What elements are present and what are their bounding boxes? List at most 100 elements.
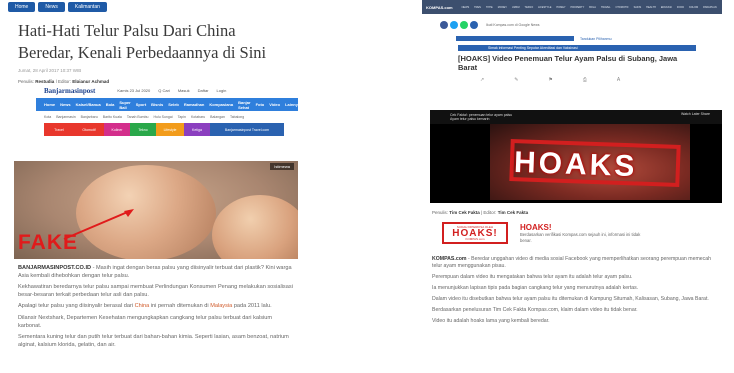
promo-left: Simak informasi Penting Seputar Akredita… (488, 46, 578, 50)
egg-image (212, 195, 298, 259)
embed-subnav-item[interactable]: Barito Kuala (103, 115, 122, 119)
site-nav-item[interactable]: MONEY (498, 6, 507, 9)
stamp-bottom-text: KOMPAS.com (465, 237, 485, 241)
paragraph: Sementara kuning telur dan putih telur t… (18, 334, 289, 348)
embed-category-tab[interactable]: Travel (44, 123, 74, 136)
print-icon[interactable]: ⎙ (583, 77, 587, 83)
site-nav-item[interactable]: NEWS (462, 6, 470, 9)
share-icon[interactable]: ↗ (480, 77, 484, 83)
embed-subnav-item[interactable]: Banjarmasin (56, 115, 75, 119)
article-photo: FAKE Istimewa (14, 161, 298, 259)
verdict-text: HOAKS! Berdasarkan verifikasi Kompas.com… (520, 223, 650, 243)
site-nav-item[interactable]: PARAPUAN (703, 6, 717, 9)
embed-subnav-item[interactable]: Banjarbaru (81, 115, 98, 119)
promo-strip[interactable]: Simak informasi Penting Seputar Akredita… (458, 45, 696, 51)
comment-icon[interactable]: ✎ (514, 77, 518, 83)
embed-subnav-item[interactable]: Hulu Sungai (153, 115, 172, 119)
embed-nav-item[interactable]: Foto (256, 102, 265, 107)
embed-nav-item[interactable]: Super Ball (119, 100, 130, 110)
link-icon[interactable] (470, 20, 478, 29)
facebook-icon[interactable] (440, 20, 448, 29)
embed-category-tab[interactable]: Otomotif (74, 123, 104, 136)
site-nav-item[interactable]: BOLA (589, 6, 596, 9)
share-text[interactable]: Ikuti Kompas.com di Google News (486, 23, 540, 27)
bookmark-icon[interactable]: ⚑ (548, 77, 552, 83)
site-nav-item[interactable]: HEALTH (646, 6, 656, 9)
embed-category-tab[interactable]: Lifestyle (156, 123, 184, 136)
site-nav-item[interactable]: EDUKASI (661, 6, 672, 9)
site-nav-item[interactable]: TEKNO (525, 6, 534, 9)
breadcrumb-home[interactable]: Home (8, 2, 36, 12)
site-nav-item[interactable]: HOMEY (556, 6, 565, 9)
site-nav-item[interactable]: PROPERTY (571, 6, 585, 9)
right-article: KOMPAS.com NEWS TREN HYPE MONEY UMKM TEKNO LIF… (422, 0, 722, 373)
embed-nav-item[interactable]: Seleb (168, 102, 179, 107)
embed-nav-item[interactable]: News (60, 102, 70, 107)
embed-subnav-item[interactable]: Tanah Bumbu (127, 115, 149, 119)
whatsapp-icon[interactable] (460, 20, 468, 29)
embed-nav-item[interactable]: Video (269, 102, 280, 107)
embed-category-tab[interactable]: Kuliner (104, 123, 130, 136)
verdict-description: Berdasarkan verifikasi Kompas.com sejauh… (520, 232, 641, 243)
site-nav-item[interactable]: LIFESTYLE (538, 6, 551, 9)
embed-nav-item[interactable]: Ramadhan (184, 102, 204, 107)
editor-label: | Editor: (480, 210, 497, 215)
promo-right[interactable]: Tandukan Pilihanmu (580, 37, 612, 41)
author-label: Penulis: (18, 79, 35, 84)
video-title-bar: Cek Fakta!: penemuan telur ayam palsu Ay… (430, 110, 722, 124)
embed-nav-item[interactable]: Lainnya (285, 102, 300, 107)
embed-nav-item[interactable]: Kompasiana (209, 102, 233, 107)
tag-link-malaysia[interactable]: Malaysia (210, 303, 232, 309)
site-top-nav: KOMPAS.com NEWS TREN HYPE MONEY UMKM TEKNO LIF… (422, 0, 722, 14)
embed-nav-item[interactable]: Kalsel/Banua (76, 102, 101, 107)
embed-nav-item[interactable]: Banjar Sehat (238, 100, 250, 110)
paragraph-text: Apalagi telur palsu yang diisinyalir ber… (18, 303, 135, 310)
promo-row: Tandukan Pilihanmu (456, 36, 722, 41)
verdict-heading: HOAKS! (520, 223, 552, 232)
paragraph: Apalagi telur palsu yang diisinyalir ber… (18, 303, 294, 311)
embed-header: Banjarmasinpost Kamis 23 Jul 2020 Q Cari… (36, 83, 298, 98)
embed-category-tab[interactable]: Ketiga (184, 123, 210, 136)
site-nav-item[interactable]: KOLOM (689, 6, 698, 9)
paragraph: BANJARMASINPOST.CO.ID - Masih ingat deng… (18, 265, 294, 280)
share-bar: Ikuti Kompas.com di Google News (422, 19, 722, 30)
font-icon[interactable]: A (617, 77, 620, 83)
embed-subnav-item[interactable]: Kotabaru (191, 115, 205, 119)
embed-category-tab[interactable]: Banjarmasinpost Travel.com (210, 123, 284, 136)
breadcrumb-news[interactable]: News (38, 2, 65, 12)
embed-subnav-item[interactable]: Kota (44, 115, 51, 119)
embed-top-item: Daftar (197, 88, 209, 93)
left-article: Home News Kalimantan Hati-Hati Telur Pal… (0, 0, 300, 373)
site-nav-item[interactable]: TRAVEL (601, 6, 611, 9)
embed-category-tab[interactable]: Tekno (130, 123, 156, 136)
site-nav-item[interactable]: UMKM (512, 6, 520, 9)
embed-nav-item[interactable]: Bisnis (151, 102, 163, 107)
site-nav-item[interactable]: TREN (474, 6, 481, 9)
embed-subnav-item[interactable]: Tabalong (230, 115, 244, 119)
paragraph: Ia menunjukkan lapisan tipis pada bagian… (432, 285, 639, 291)
breadcrumb-region[interactable]: Kalimantan (67, 2, 107, 12)
embed-nav-item[interactable]: Home (44, 102, 55, 107)
author-name[interactable]: Tim Cek Fakta (449, 210, 479, 215)
site-logo[interactable]: KOMPAS.com (426, 5, 453, 10)
fake-overlay-text: FAKE (18, 231, 79, 254)
paragraph-text: pada 2011 lalu. (232, 303, 272, 310)
site-nav-item[interactable]: OTOMOTIF (615, 6, 628, 9)
embed-subnav-item[interactable]: Tapin (178, 115, 186, 119)
site-nav-item[interactable]: FOOD (677, 6, 684, 9)
embed-top-item: Q Cari (158, 88, 170, 93)
twitter-icon[interactable] (450, 20, 458, 29)
embed-nav-item[interactable]: Sport (136, 102, 146, 107)
embed-subnav-item[interactable]: Balangan (210, 115, 225, 119)
editor-name[interactable]: Tim Cek Fakta (498, 210, 528, 215)
site-nav-item[interactable]: SAINS (634, 6, 642, 9)
embed-main-nav: Home News Kalsel/Banua Bola Super Ball Sport B… (36, 98, 300, 111)
hoaks-overlay-text: HOAKS (513, 145, 638, 184)
dateline: BANJARMASINPOST.CO.ID (18, 265, 92, 271)
embed-nav-item[interactable]: Bola (106, 102, 115, 107)
video-actions[interactable]: Watch Later Share (681, 112, 710, 116)
article-title: [HOAKS] Video Penemuan Telur Ayam Palsu … (458, 54, 678, 72)
site-nav-item[interactable]: HYPE (486, 6, 493, 9)
tag-link-china[interactable]: China (135, 303, 150, 309)
video-player[interactable]: HOAKS Cek Fakta!: penemuan telur ayam pa… (430, 110, 722, 203)
